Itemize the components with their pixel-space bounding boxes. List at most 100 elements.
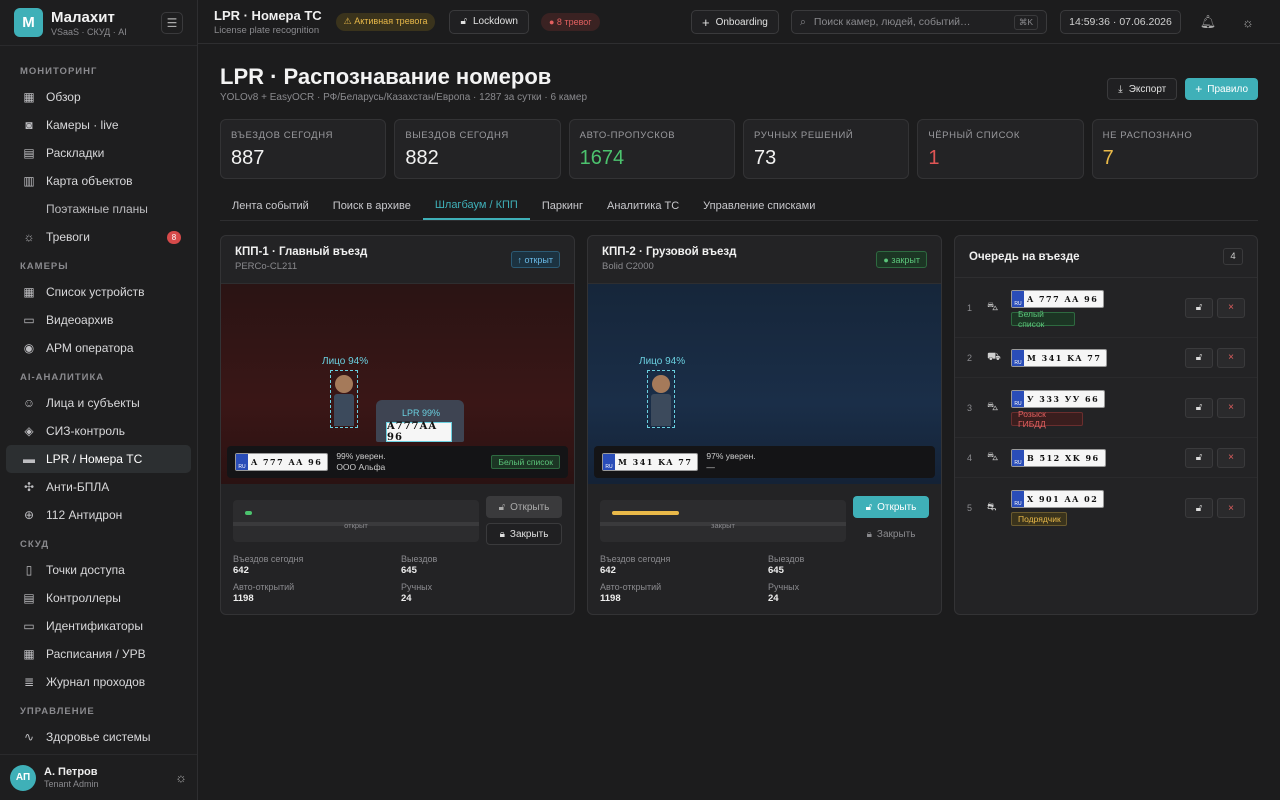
open-barrier-button[interactable]: 🔓︎ Открыть: [853, 496, 929, 518]
tab-events[interactable]: Лента событий: [220, 191, 321, 220]
queue-row[interactable]: 3 ⛍ RU У 333 УУ 66 Розыск ГИБДД 🔓︎ ×: [955, 378, 1257, 438]
nav-item-object-map[interactable]: ▥ Карта объектов: [6, 167, 191, 195]
tab-parking[interactable]: Паркинг: [530, 191, 595, 220]
nav-item-device-list[interactable]: ▦ Список устройств: [6, 278, 191, 306]
camera-feed[interactable]: Лицо 94% RU M 341 KA 77 97% уверен. —: [588, 284, 941, 484]
nav: МОНИТОРИНГ ▦ Обзор ◙ Камеры · live ▤ Раскла…: [0, 46, 197, 754]
nav-item-ppe[interactable]: ◈ СИЗ-контроль: [6, 417, 191, 445]
license-plate: RU A 777 AA 96: [235, 453, 329, 471]
camera-feed[interactable]: Лицо 94% LPR 99% A777AA 96 RU A 777 AA 96…: [221, 284, 574, 484]
license-plate: RU X 901 AA 02: [1011, 490, 1105, 508]
queue-row[interactable]: 4 ⛍ RU B 512 XK 96 🔓︎ ×: [955, 438, 1257, 478]
deny-entry-button[interactable]: ×: [1217, 498, 1245, 518]
list-tag: Подрядчик: [1011, 512, 1067, 526]
close-barrier-button[interactable]: 🔒︎ Закрыть: [853, 523, 929, 545]
nav-label: Идентификаторы: [46, 619, 143, 633]
queue-row[interactable]: 5 ⛐ RU X 901 AA 02 Подрядчик 🔓︎ ×: [955, 478, 1257, 538]
allow-entry-button[interactable]: 🔓︎: [1185, 347, 1213, 368]
deny-entry-button[interactable]: ×: [1217, 447, 1245, 468]
nav-label: СИЗ-контроль: [46, 424, 126, 438]
nav-item-overview[interactable]: ▦ Обзор: [6, 83, 191, 111]
tab-barrier[interactable]: Шлагбаум / КПП: [422, 191, 530, 220]
user-profile[interactable]: АП А. Петров Tenant Admin ☼: [0, 754, 197, 800]
nav-item-anti-uav[interactable]: ✣ Анти-БПЛА: [6, 473, 191, 501]
kpi-label: ЧЁРНЫЙ СПИСОК: [928, 130, 1020, 141]
brand-name: Малахит: [51, 8, 115, 26]
plate-number: M 341 KA 77: [1027, 352, 1102, 363]
close-label: Закрыть: [876, 528, 916, 540]
brand-logo[interactable]: М: [14, 8, 43, 37]
kpi-label: НЕ РАСПОЗНАНО: [1102, 130, 1193, 141]
lockdown-button[interactable]: 🔓︎ Lockdown: [449, 9, 529, 34]
nav-item-identifiers[interactable]: ▭ Идентификаторы: [6, 612, 191, 640]
car-icon: ⛍: [987, 400, 999, 413]
nav-label: Здоровье системы: [46, 730, 151, 744]
deny-entry-button[interactable]: ×: [1217, 297, 1245, 318]
tab-archive-search[interactable]: Поиск в архиве: [321, 191, 423, 220]
plus-icon: +: [1195, 82, 1203, 96]
unlock-icon: 🔓︎: [1195, 302, 1203, 313]
active-alert-badge[interactable]: ⚠ Активная тревога: [335, 12, 436, 31]
nav-item-video-archive[interactable]: ▭ Видеоархив: [6, 306, 191, 334]
stat-label: Авто-открытий: [600, 582, 662, 592]
nav-item-floor-plans[interactable]: Поэтажные планы: [6, 195, 191, 223]
barrier-arm: [612, 511, 679, 515]
open-barrier-button[interactable]: 🔓︎ Открыть: [486, 496, 562, 518]
archive-icon: ▭: [23, 313, 35, 327]
add-rule-button[interactable]: + Правило: [1185, 78, 1258, 100]
plate-number: B 512 XK 96: [1027, 452, 1100, 463]
nav-item-cameras-live[interactable]: ◙ Камеры · live: [6, 111, 191, 139]
panels: КПП-1 · Главный въезд PERCo-CL211 ↑ откр…: [220, 235, 1258, 615]
rule-label: Правило: [1207, 83, 1248, 95]
theme-toggle-icon[interactable]: ☼: [175, 770, 187, 785]
allow-entry-button[interactable]: 🔓︎: [1185, 297, 1213, 318]
nav-label: Камеры · live: [46, 118, 119, 132]
nav-item-layouts[interactable]: ▤ Раскладки: [6, 139, 191, 167]
onboarding-label: Onboarding: [715, 16, 768, 28]
nav-item-schedules[interactable]: ▦ Расписания / УРВ: [6, 640, 191, 668]
deny-entry-button[interactable]: ×: [1217, 347, 1245, 368]
nav-item-lpr[interactable]: ▬ LPR / Номера ТС: [6, 445, 191, 473]
stat-value: 24: [768, 593, 779, 604]
collapse-sidebar-button[interactable]: ☰: [161, 11, 183, 34]
queue-row[interactable]: 2 ⛟ RU M 341 KA 77 🔓︎ ×: [955, 338, 1257, 378]
license-plate: RU У 333 УУ 66: [1011, 389, 1106, 408]
tabs: Лента событий Поиск в архиве Шлагбаум / …: [220, 191, 1258, 221]
nav-item-antidrone[interactable]: ⊕ 112 Антидрон: [6, 501, 191, 529]
search-input[interactable]: ⌕ Поиск камер, людей, событий… ⌘K: [791, 10, 1047, 34]
close-icon: ×: [1228, 502, 1234, 514]
face-icon: ☺: [22, 396, 36, 410]
sun-icon[interactable]: ☼: [1240, 14, 1256, 30]
queue-row[interactable]: 1 ⛍ RU A 777 AA 96 Белый список 🔓︎ ×: [955, 278, 1257, 338]
nav-item-access-points[interactable]: ▯ Точки доступа: [6, 556, 191, 584]
kpi-row: ВЪЕЗДОВ СЕГОДНЯ 887 ВЫЕЗДОВ СЕГОДНЯ 882 АВ…: [220, 119, 1258, 179]
allow-entry-button[interactable]: 🔓︎: [1185, 397, 1213, 418]
tab-list-management[interactable]: Управление списками: [691, 191, 827, 220]
tab-vehicle-analytics[interactable]: Аналитика ТС: [595, 191, 691, 220]
nav-section-monitoring: МОНИТОРИНГ: [20, 66, 98, 77]
nav-item-controllers[interactable]: ▤ Контроллеры: [6, 584, 191, 612]
stat-value: 1198: [600, 593, 621, 604]
nav-item-system-health[interactable]: ∿ Здоровье системы: [6, 723, 191, 751]
allow-entry-button[interactable]: 🔓︎: [1185, 498, 1213, 518]
recognition-result: RU A 777 AA 96 99% уверен. ООО Альфа Белый…: [227, 446, 568, 478]
flag-icon: RU: [1012, 349, 1024, 366]
lock-icon: 🔒︎: [499, 528, 505, 540]
nav-item-alarms[interactable]: ☼ Тревоги 8: [6, 223, 191, 251]
export-button[interactable]: ⤓ Экспорт: [1107, 78, 1178, 100]
nav-label: Обзор: [46, 90, 81, 104]
close-barrier-button[interactable]: 🔒︎ Закрыть: [486, 523, 562, 545]
plate-number: A 777 AA 96: [1027, 293, 1099, 304]
flag-icon: RU: [1012, 290, 1024, 307]
bell-icon[interactable]: 🔔︎: [1200, 14, 1217, 30]
alarms-badge[interactable]: ● 8 тревог: [541, 12, 600, 31]
checkpoint-stats: Въездов сегодня 642 Выездов 645 Авто-откры…: [600, 554, 930, 604]
nav-item-pass-log[interactable]: ≣ Журнал проходов: [6, 668, 191, 696]
nav-item-faces[interactable]: ☺ Лица и субъекты: [6, 389, 191, 417]
nav-item-operator-ws[interactable]: ◉ АРМ оператора: [6, 334, 191, 362]
stat-label: Выездов: [768, 554, 805, 564]
plate-number: M 341 KA 77: [618, 457, 693, 467]
allow-entry-button[interactable]: 🔓︎: [1185, 447, 1213, 468]
onboarding-button[interactable]: + Onboarding: [691, 10, 779, 34]
deny-entry-button[interactable]: ×: [1217, 397, 1245, 418]
